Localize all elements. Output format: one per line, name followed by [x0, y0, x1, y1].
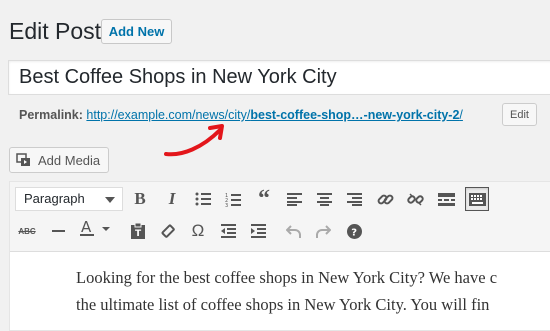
svg-text:?: ? [351, 227, 357, 238]
content-line: the ultimate list of coffee shops in New… [76, 295, 490, 314]
add-media-button[interactable]: Add Media [9, 147, 109, 173]
format-select-value: Paragraph [24, 191, 85, 206]
chevron-down-icon [105, 197, 115, 203]
format-select[interactable]: Paragraph [15, 187, 123, 211]
permalink-row: Permalink: http://example.com/news/city/… [19, 108, 463, 122]
align-right-icon[interactable] [342, 187, 366, 211]
editor-toolbar: Paragraph B I 123 “ ABC A T Ω ? [10, 182, 550, 252]
strikethrough-icon[interactable]: ABC [15, 219, 39, 243]
numbered-list-icon[interactable]: 123 [221, 187, 245, 211]
svg-text:T: T [135, 229, 142, 239]
edit-permalink-button[interactable]: Edit [502, 103, 537, 126]
toolbar-toggle-icon[interactable] [465, 187, 489, 211]
align-left-icon[interactable] [282, 187, 306, 211]
paste-text-icon[interactable]: T [126, 219, 150, 243]
content-editor[interactable]: Paragraph B I 123 “ ABC A T Ω ? Looking … [9, 181, 550, 331]
media-icon [16, 153, 32, 167]
horizontal-line-icon[interactable] [46, 219, 70, 243]
unlink-icon[interactable] [403, 187, 427, 211]
clear-formatting-icon[interactable] [156, 219, 180, 243]
link-icon[interactable] [373, 187, 397, 211]
undo-icon[interactable] [281, 219, 305, 243]
svg-text:A: A [81, 219, 92, 236]
text-color-icon[interactable]: A [76, 217, 116, 241]
outdent-icon[interactable] [216, 219, 240, 243]
post-content[interactable]: Looking for the best coffee shops in New… [76, 264, 550, 318]
permalink-label: Permalink: [19, 108, 83, 122]
permalink-slug: best-coffee-shop…-new-york-city-2 [250, 108, 460, 122]
indent-icon[interactable] [246, 219, 270, 243]
content-line: Looking for the best coffee shops in New… [76, 268, 498, 287]
redo-icon[interactable] [311, 219, 335, 243]
permalink-link[interactable]: http://example.com/news/city/best-coffee… [86, 108, 463, 122]
page-title: Edit Post [9, 18, 102, 44]
add-media-label: Add Media [38, 152, 101, 168]
help-icon[interactable]: ? [342, 219, 366, 243]
blockquote-icon[interactable]: “ [252, 186, 276, 212]
add-new-button[interactable]: Add New [101, 19, 172, 44]
annotation-arrow-icon [164, 124, 224, 157]
svg-text:3: 3 [225, 203, 228, 207]
permalink-suffix: / [459, 108, 463, 122]
align-center-icon[interactable] [312, 187, 336, 211]
italic-icon[interactable]: I [160, 187, 184, 211]
bullet-list-icon[interactable] [191, 187, 215, 211]
read-more-icon[interactable] [434, 187, 458, 211]
bold-icon[interactable]: B [128, 187, 152, 211]
post-title-input[interactable] [8, 60, 550, 95]
special-character-icon[interactable]: Ω [186, 219, 210, 243]
